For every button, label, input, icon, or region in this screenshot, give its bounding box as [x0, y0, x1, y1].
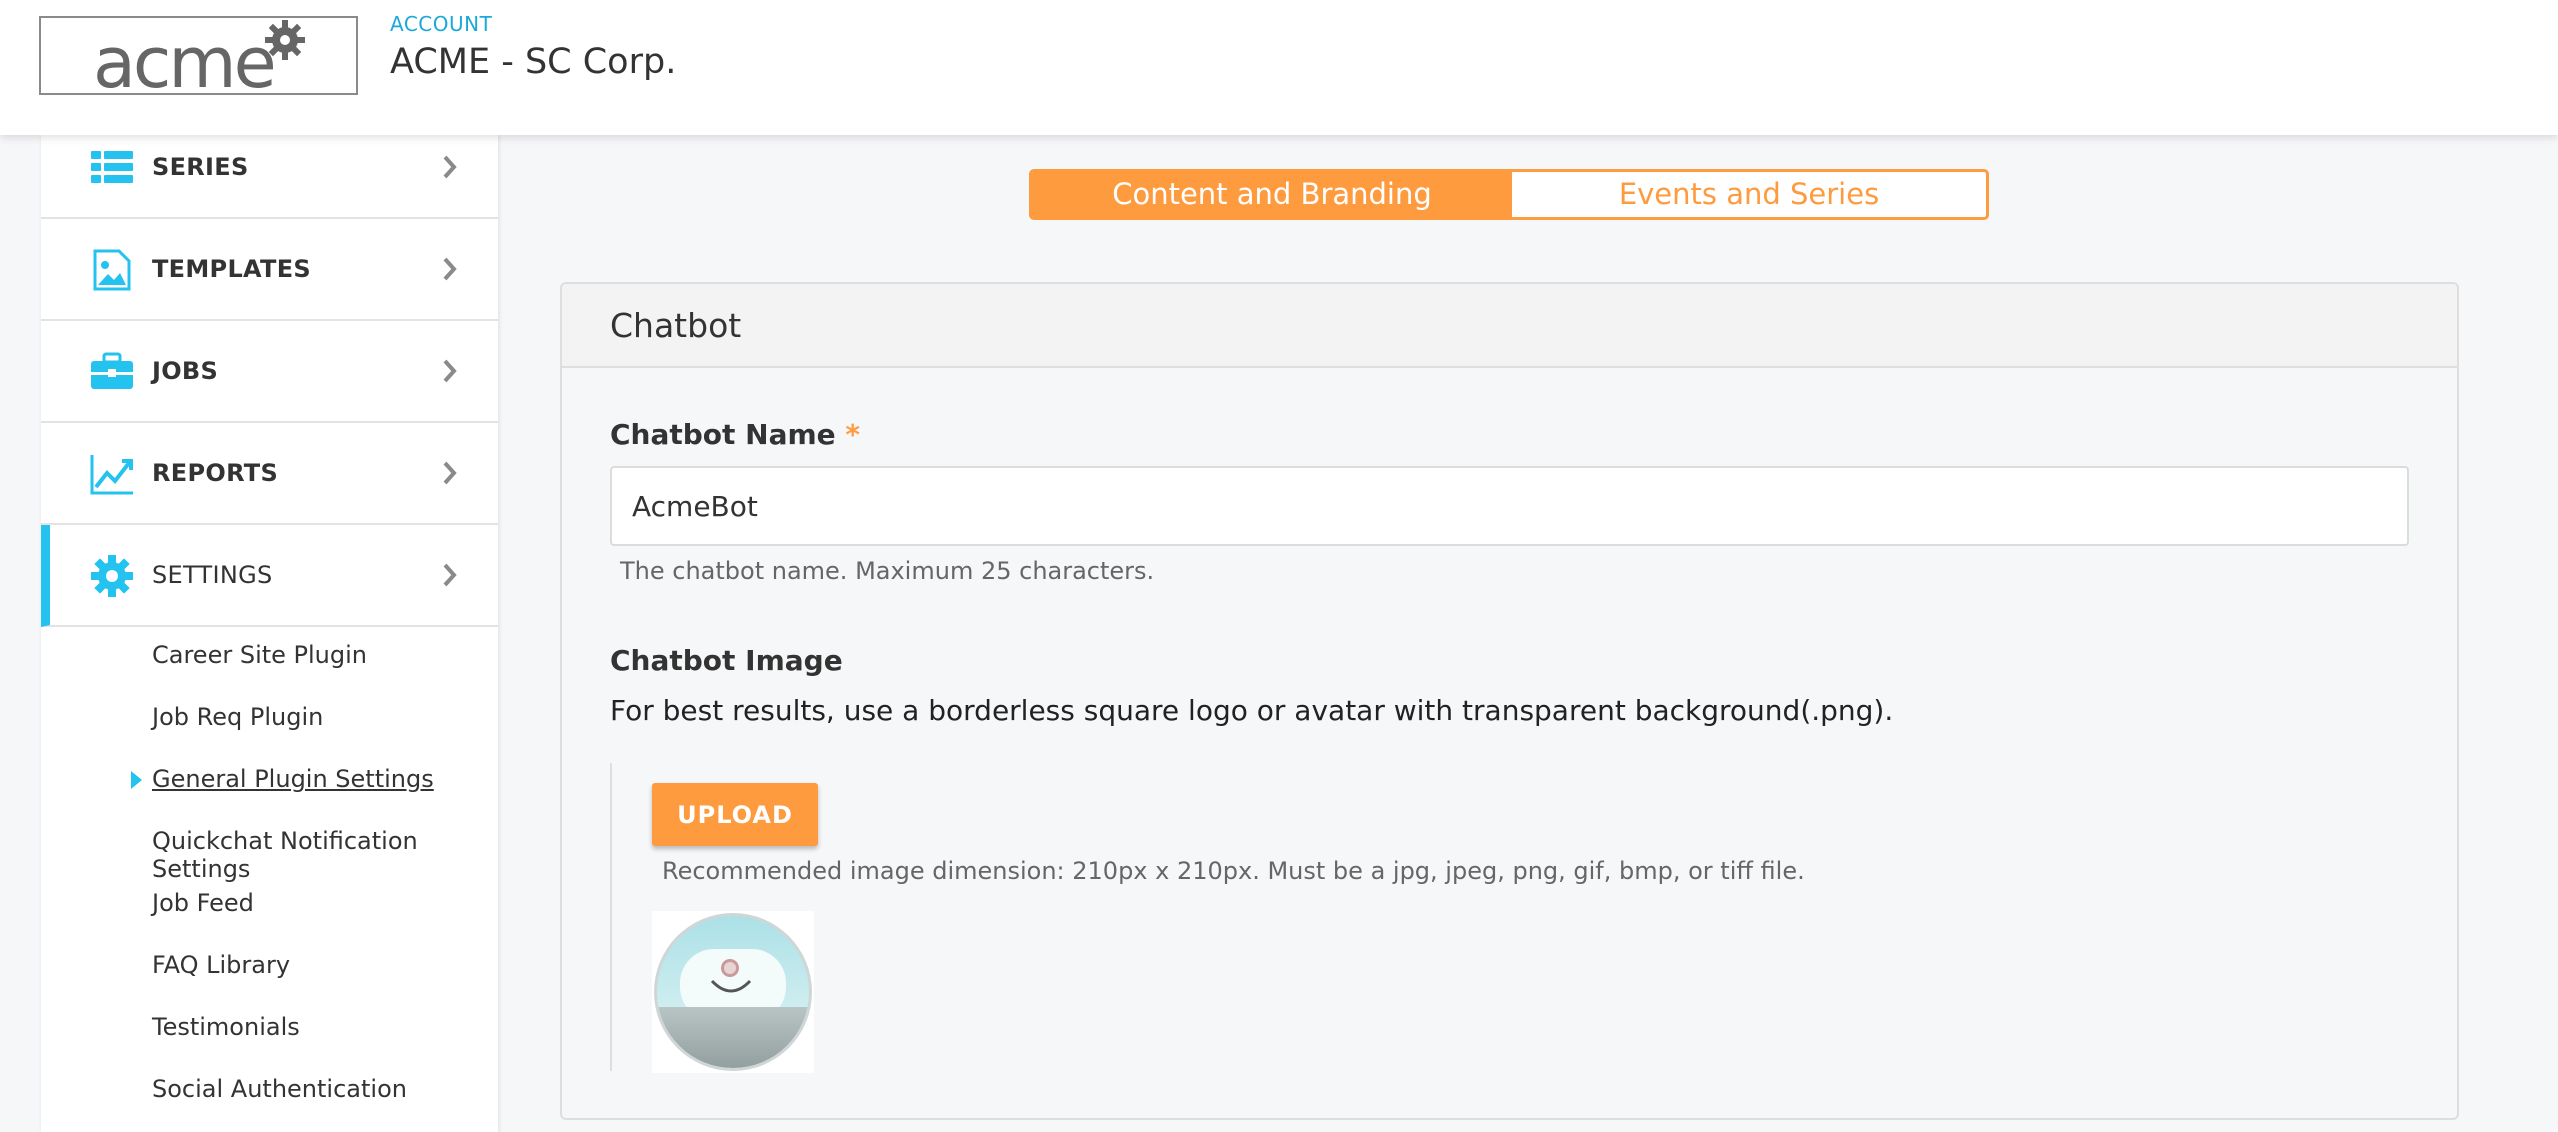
- sidebar-subitem-social-authentication[interactable]: Social Authentication: [152, 1075, 407, 1103]
- tab-events-and-series[interactable]: Events and Series: [1512, 172, 1986, 217]
- sidebar-subitem-job-req-plugin[interactable]: Job Req Plugin: [152, 703, 323, 731]
- chevron-right-icon: [443, 359, 457, 383]
- chatbot-avatar-image: [652, 911, 814, 1073]
- chatbot-image-label: Chatbot Image: [610, 644, 843, 677]
- upload-button[interactable]: UPLOAD: [652, 783, 818, 846]
- list-icon: [91, 151, 133, 183]
- sidebar: SERIES TEMPLATES JOBS REPORTS SETTINGS C…: [41, 135, 498, 1132]
- sidebar-item-label: REPORTS: [152, 459, 279, 487]
- account-label: ACCOUNT: [390, 12, 493, 36]
- chart-line-icon: [90, 455, 133, 495]
- image-icon: [93, 249, 131, 291]
- chevron-right-icon: [443, 155, 457, 179]
- sidebar-subitem-general-plugin-settings[interactable]: General Plugin Settings: [152, 765, 434, 793]
- active-marker-icon: [131, 771, 142, 789]
- chatbot-image-help: Recommended image dimension: 210px x 210…: [662, 857, 1805, 885]
- tab-content-and-branding[interactable]: Content and Branding: [1032, 172, 1512, 217]
- chatbot-name-label: Chatbot Name *: [610, 418, 860, 451]
- chevron-right-icon: [443, 257, 457, 281]
- sidebar-subitem-career-site-plugin[interactable]: Career Site Plugin: [152, 641, 367, 669]
- sidebar-subitem-faq-library[interactable]: FAQ Library: [152, 951, 290, 979]
- sidebar-item-label: SERIES: [152, 153, 249, 181]
- briefcase-icon: [91, 352, 133, 389]
- chevron-right-icon: [443, 461, 457, 485]
- sidebar-item-templates[interactable]: TEMPLATES: [41, 219, 498, 321]
- tab-bar: Content and Branding Events and Series: [1029, 169, 1989, 220]
- upload-area-divider: [610, 763, 612, 1071]
- sidebar-item-jobs[interactable]: JOBS: [41, 321, 498, 423]
- sidebar-item-label: SETTINGS: [152, 561, 273, 589]
- sidebar-subitem-job-feed[interactable]: Job Feed: [152, 889, 254, 917]
- sidebar-item-reports[interactable]: REPORTS: [41, 423, 498, 525]
- sidebar-item-settings[interactable]: SETTINGS: [41, 525, 498, 627]
- account-name: ACME - SC Corp.: [390, 42, 677, 82]
- company-logo[interactable]: acme: [39, 16, 358, 104]
- panel-title: Chatbot: [610, 306, 742, 345]
- sidebar-subitem-testimonials[interactable]: Testimonials: [152, 1013, 300, 1041]
- logo-wordmark: acme: [93, 22, 277, 104]
- sidebar-subitem-quickchat-notification-settings[interactable]: Quickchat Notification Settings: [152, 827, 498, 883]
- logo-gear-icon: [265, 20, 305, 60]
- chevron-right-icon: [443, 563, 457, 587]
- panel-header: Chatbot: [562, 284, 2457, 368]
- gear-icon: [91, 555, 133, 597]
- chatbot-panel: Chatbot Chatbot Name * The chatbot name.…: [560, 282, 2459, 1120]
- sidebar-item-label: TEMPLATES: [152, 255, 311, 283]
- chatbot-image-description: For best results, use a borderless squar…: [610, 694, 1894, 727]
- sidebar-item-label: JOBS: [152, 357, 219, 385]
- chatbot-name-input[interactable]: [610, 466, 2409, 546]
- chatbot-name-help: The chatbot name. Maximum 25 characters.: [620, 557, 1155, 585]
- top-header: acme ACCOUNT ACME - SC Corp.: [0, 0, 2558, 135]
- required-mark: *: [845, 418, 861, 451]
- chatbot-name-label-text: Chatbot Name: [610, 418, 836, 451]
